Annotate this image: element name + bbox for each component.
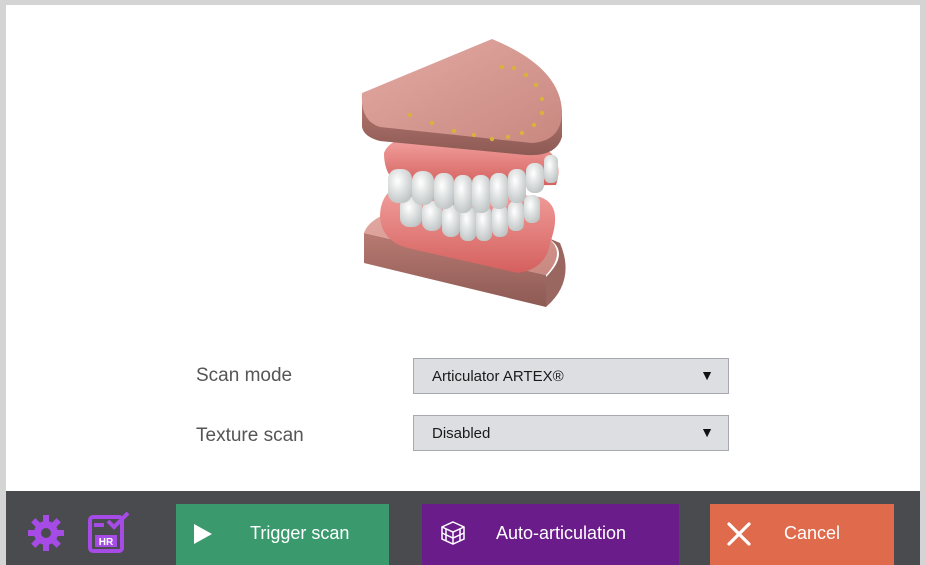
play-icon [194, 524, 212, 544]
articulator-jaw-illustration [361, 39, 566, 307]
trigger-scan-button[interactable]: Trigger scan [176, 504, 389, 565]
scan-mode-value: Articulator ARTEX® [432, 367, 564, 385]
cancel-button[interactable]: Cancel [710, 504, 894, 565]
scan-dialog: Scan mode Articulator ARTEX® ▼ Texture s… [6, 5, 920, 565]
cancel-label: Cancel [784, 523, 841, 543]
texture-scan-select[interactable]: Disabled ▼ [413, 415, 729, 451]
scan-mode-select[interactable]: Articulator ARTEX® ▼ [413, 358, 729, 394]
auto-articulation-label: Auto-articulation [496, 523, 627, 543]
bottom-toolbar: HR Trigger scan Auto-articulation Cancel [6, 491, 920, 565]
close-icon [727, 522, 751, 546]
cube-grid-icon [441, 521, 465, 545]
texture-scan-label: Texture scan [196, 425, 304, 446]
dropdown-arrow-icon: ▼ [700, 367, 714, 383]
hr-checklist-icon[interactable]: HR [86, 509, 132, 555]
hr-icon-text: HR [99, 537, 114, 548]
gear-icon[interactable] [26, 513, 66, 553]
trigger-scan-label: Trigger scan [250, 523, 350, 543]
dropdown-arrow-icon: ▼ [700, 424, 714, 440]
scan-mode-label: Scan mode [196, 365, 293, 386]
texture-scan-value: Disabled [432, 424, 491, 442]
auto-articulation-button[interactable]: Auto-articulation [422, 504, 679, 565]
